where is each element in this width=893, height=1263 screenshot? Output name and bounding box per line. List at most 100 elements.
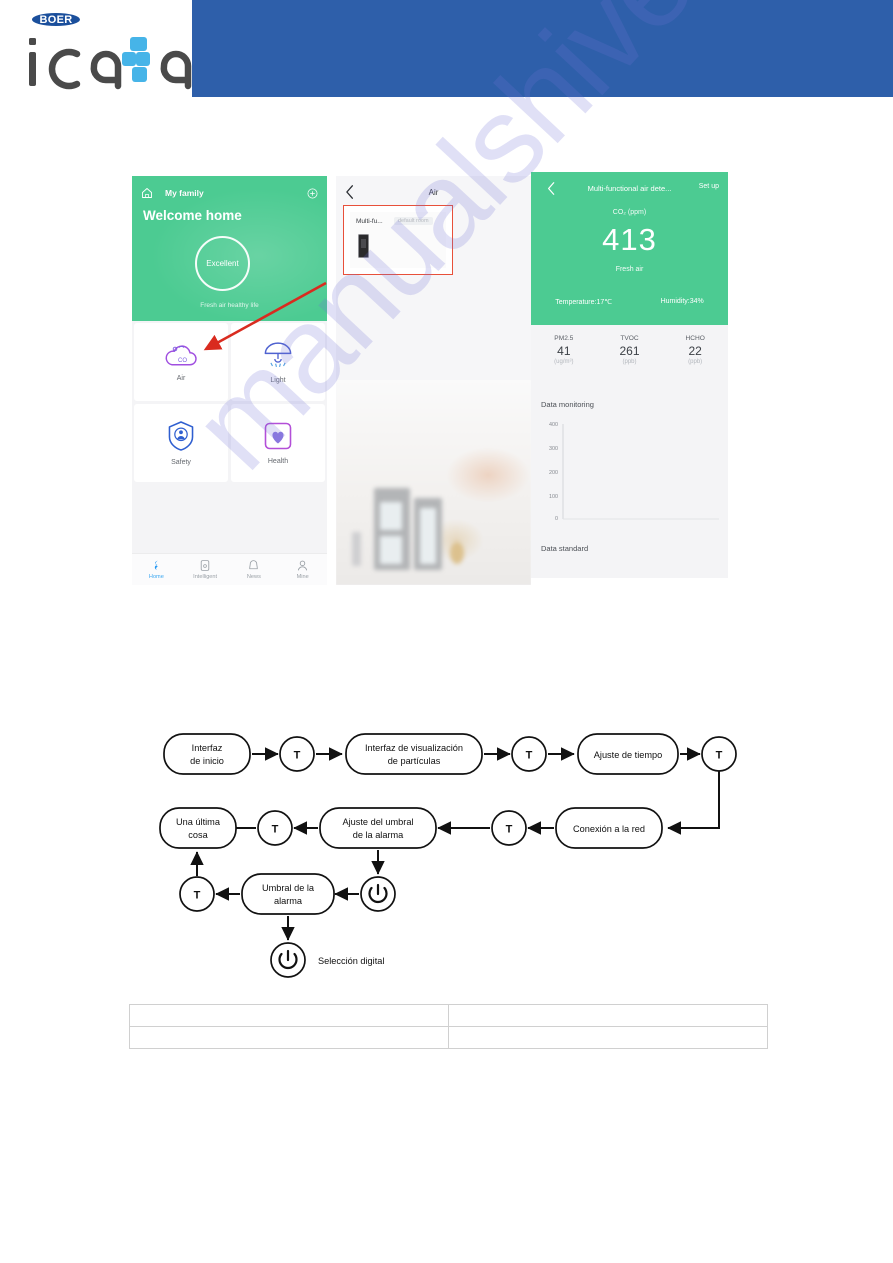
flow-tbutton-1[interactable]: T	[279, 736, 315, 772]
bell-nav-icon	[249, 560, 259, 570]
data-standard-label: Data standard	[541, 544, 589, 553]
document-header: BOER	[0, 0, 893, 98]
flow-power-button-2[interactable]	[270, 942, 306, 978]
flow-edge-6	[667, 771, 720, 835]
data-monitoring-chart: 400 300 200 100 0	[541, 422, 721, 532]
tile-safety[interactable]: Safety	[134, 404, 228, 482]
flow-tbutton-2[interactable]: T	[511, 736, 547, 772]
flow-node-umbral-de-la-alarma[interactable]: Umbral de la alarma	[241, 873, 335, 915]
tbutton-3-label: T	[716, 750, 723, 762]
home-icon[interactable]	[141, 187, 153, 199]
flow-node-conexion-a-la-red[interactable]: Conexión a la red	[555, 807, 663, 849]
flow-node-ajuste-de-tiempo[interactable]: Ajuste de tiempo	[577, 733, 679, 775]
nav-item-intelligent[interactable]: Intelligent	[181, 559, 230, 580]
air-list-topbar: Air	[336, 182, 531, 202]
node-n1-line2: de inicio	[190, 756, 224, 766]
air-quality-label: Excellent	[206, 259, 239, 268]
tile-health[interactable]: Health	[231, 404, 325, 482]
node-n6-line1: Una última	[176, 817, 221, 827]
setup-button[interactable]: Set up	[699, 183, 719, 190]
plus-circle-icon[interactable]	[307, 188, 318, 199]
flow-tbutton-6[interactable]: T	[179, 876, 215, 912]
nav-item-mine[interactable]: Mine	[278, 559, 327, 580]
device-card-highlight[interactable]: Multi-fu... default room	[343, 205, 453, 275]
flow-caption-seleccion-digital: Selección digital	[318, 956, 384, 966]
y-tick-400: 400	[549, 422, 558, 428]
hero-subtitle: Fresh air healthy life	[200, 302, 259, 309]
flow-node-una-ultima-cosa[interactable]: Una última cosa	[159, 807, 237, 849]
metric-tvoc-value: 261	[619, 344, 640, 358]
data-monitoring-label: Data monitoring	[541, 400, 594, 409]
flow-tbutton-4[interactable]: T	[491, 810, 527, 846]
metric-hcho-value: 22	[688, 344, 702, 358]
flow-power-button-1[interactable]	[360, 876, 396, 912]
header-blue-band	[192, 0, 893, 97]
chevron-left-icon[interactable]	[345, 185, 355, 199]
chevron-left-icon[interactable]	[547, 182, 556, 195]
umbrella-light-icon	[264, 342, 292, 367]
phone-screen-detector-detail: Multi-functional air dete... Set up CO₂ …	[531, 172, 728, 578]
node-n5-line1: Ajuste del umbral	[343, 817, 414, 827]
table-cell	[129, 1004, 449, 1027]
table-cell	[448, 1004, 768, 1027]
metric-tvoc-unit: (ppb)	[622, 359, 637, 365]
tile-health-label: Health	[267, 458, 289, 465]
metric-tvoc: TVOC 261 (ppb)	[597, 335, 663, 365]
air-quality-ring[interactable]: Excellent	[195, 236, 250, 291]
shield-person-icon	[168, 421, 194, 451]
node-n1-line1: Interfaz	[192, 743, 223, 753]
nav-item-news[interactable]: News	[230, 559, 279, 580]
node-n5-line2: de la alarma	[353, 830, 404, 840]
bottom-spec-table	[129, 1004, 768, 1049]
metric-tvoc-name: TVOC	[620, 335, 639, 342]
home-nav-icon	[154, 560, 158, 571]
air-list-title: Air	[428, 187, 439, 197]
tbutton-1-label: T	[294, 750, 301, 762]
tile-safety-label: Safety	[171, 459, 191, 466]
metric-hcho-name: HCHO	[685, 335, 705, 342]
table-cell	[129, 1026, 449, 1049]
metrics-row: PM2.5 41 (ug/m³) TVOC 261 (ppb) HCHO 22 …	[531, 335, 728, 365]
node-n3-line1: Ajuste de tiempo	[594, 750, 662, 760]
tile-light[interactable]: Light	[231, 323, 325, 401]
phone-screen-home: My family Welcome home Excellent Fresh a…	[132, 176, 327, 585]
flow-node-visualizacion-particulas[interactable]: Interfaz de visualización de partículas	[345, 733, 483, 775]
metric-pm25: PM2.5 41 (ug/m³)	[531, 335, 597, 365]
co2-value: 413	[602, 222, 657, 257]
nav-item-home[interactable]: Home	[132, 559, 181, 580]
table-row	[129, 1004, 768, 1027]
nav-intelligent-label: Intelligent	[193, 574, 218, 580]
background-photo	[336, 380, 531, 585]
metric-hcho: HCHO 22 (ppb)	[662, 335, 728, 365]
node-n4-line1: Conexión a la red	[573, 824, 645, 834]
device-card[interactable]: Multi-fu... default room	[350, 212, 446, 268]
device-thumbnail-icon	[358, 234, 369, 258]
tile-air[interactable]: CO Air	[134, 323, 228, 401]
y-tick-100: 100	[549, 494, 558, 500]
flow-node-ajuste-umbral-alarma[interactable]: Ajuste del umbral de la alarma	[319, 807, 437, 849]
temperature-label: Temperature:17℃	[555, 299, 613, 306]
phone-screen-air-list: Air Multi-fu... default room	[336, 176, 531, 585]
category-tiles-grid: CO Air Light Safety Health	[132, 323, 327, 482]
device-room-badge: default room	[394, 217, 433, 225]
chart-axes	[562, 424, 719, 520]
tbutton-4-label: T	[506, 824, 513, 836]
device-name-label: Multi-fu...	[356, 218, 383, 225]
flow-tbutton-3[interactable]: T	[701, 736, 737, 772]
temp-humidity-row: Temperature:17℃ Humidity:34%	[531, 298, 728, 306]
node-n2-line1: Interfaz de visualización	[365, 743, 463, 753]
family-title: My family	[165, 188, 204, 198]
metric-pm25-unit: (ug/m³)	[554, 359, 574, 365]
icasa-wordmark-icon	[29, 37, 192, 90]
svg-text:CO: CO	[178, 358, 187, 364]
tbutton-6-label: T	[194, 890, 201, 902]
boer-badge-icon: BOER	[30, 11, 82, 28]
node-n7-line2: alarma	[274, 896, 303, 906]
bottom-nav: Home Intelligent News Mine	[132, 553, 327, 585]
table-row	[129, 1026, 768, 1049]
flow-node-interfaz-de-inicio[interactable]: Interfaz de inicio	[163, 733, 251, 775]
table-cell	[448, 1026, 768, 1049]
tile-air-label: Air	[176, 375, 186, 382]
nav-home-label: Home	[148, 574, 164, 580]
flow-tbutton-5[interactable]: T	[257, 810, 293, 846]
